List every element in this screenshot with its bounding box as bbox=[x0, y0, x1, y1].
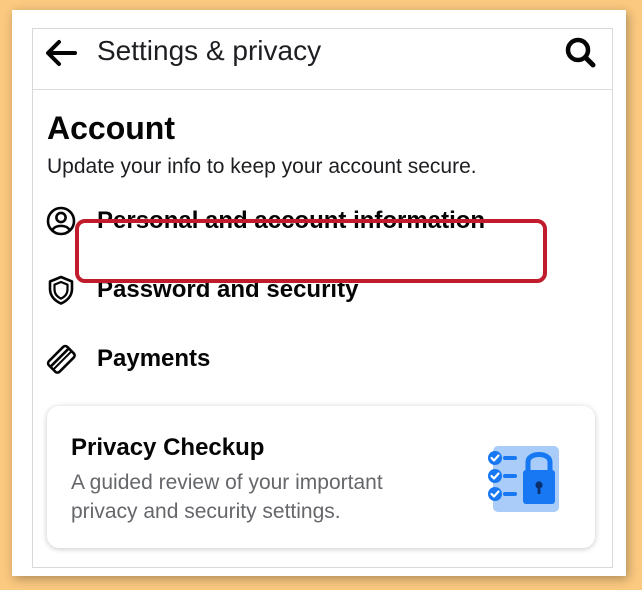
menu-item-label: Password and security bbox=[97, 276, 359, 303]
card-description: A guided review of your important privac… bbox=[71, 471, 383, 523]
privacy-checkup-card[interactable]: Privacy Checkup A guided review of your … bbox=[47, 406, 595, 548]
menu-item-label: Payments bbox=[97, 345, 211, 372]
arrow-left-icon bbox=[46, 40, 77, 66]
section-heading: Account bbox=[47, 110, 175, 146]
top-bar: Settings & privacy bbox=[33, 29, 612, 90]
settings-screen: Settings & privacy Account Update your i… bbox=[32, 28, 613, 568]
menu-item-label: Personal and account information bbox=[97, 207, 486, 234]
section-description: Update your info to keep your account se… bbox=[47, 155, 477, 178]
card-title: Privacy Checkup bbox=[71, 434, 265, 461]
page-title: Settings & privacy bbox=[97, 35, 322, 66]
menu-item-personal-account-info[interactable]: Personal and account information bbox=[33, 191, 612, 251]
menu-item-password-security[interactable]: Password and security bbox=[33, 260, 612, 320]
checklist-lock-icon bbox=[488, 446, 559, 512]
search-button[interactable] bbox=[561, 33, 601, 73]
user-circle-icon bbox=[46, 206, 76, 236]
menu-item-payments[interactable]: Payments bbox=[33, 329, 612, 389]
back-button[interactable] bbox=[41, 33, 81, 73]
shield-icon bbox=[48, 275, 74, 305]
credit-card-icon bbox=[46, 344, 76, 374]
search-icon bbox=[565, 37, 596, 68]
